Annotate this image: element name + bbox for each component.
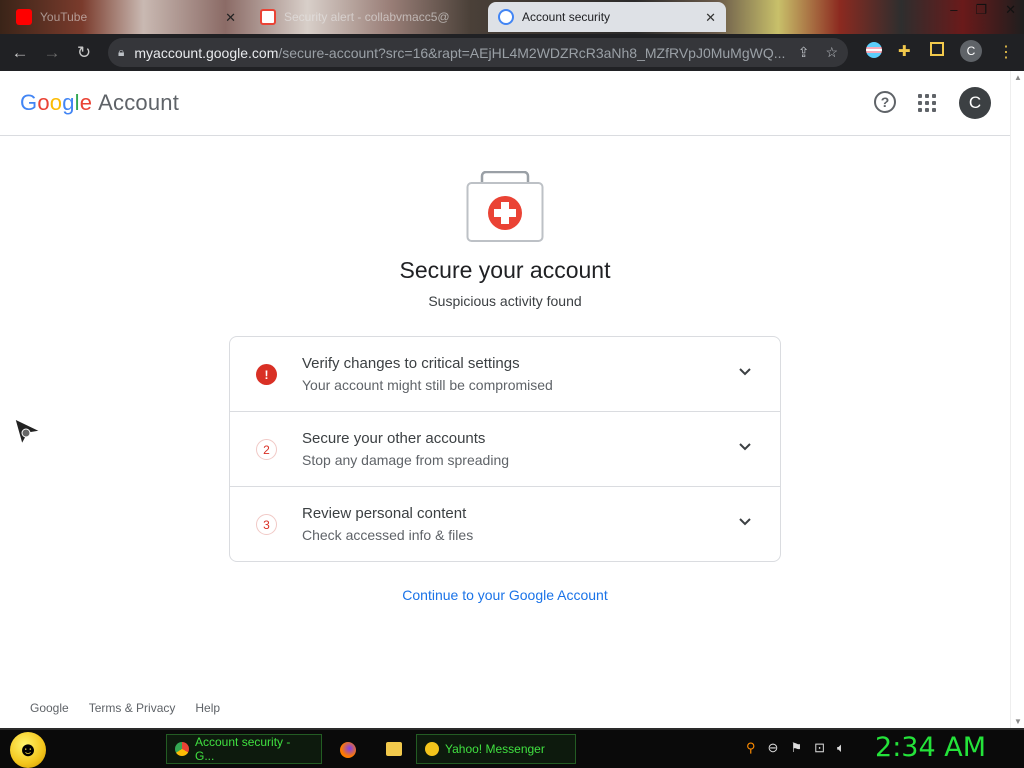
share-icon[interactable]: ⇪ bbox=[798, 44, 810, 61]
footer-link-google[interactable]: Google bbox=[30, 701, 69, 715]
step-review-personal-content[interactable]: 3 Review personal content Check accessed… bbox=[230, 487, 780, 562]
tab-security-alert[interactable]: Security alert - collabvmacc5@ bbox=[250, 2, 482, 32]
taskbar: ☻ Account security - G... Yahoo! Messeng… bbox=[0, 728, 1024, 768]
back-icon[interactable]: ← bbox=[8, 41, 32, 65]
system-tray: ⚲ ⊖ ⚑ ⊡ 🔈︎ bbox=[746, 740, 845, 756]
url-text: myaccount.google.com/secure-account?src=… bbox=[134, 45, 794, 61]
page-subtitle: Suspicious activity found bbox=[428, 293, 582, 309]
google-apps-icon[interactable] bbox=[918, 94, 936, 112]
start-smiley-icon[interactable]: ☻ bbox=[10, 732, 46, 768]
chevron-down-icon[interactable] bbox=[738, 440, 752, 454]
menu-kebab-icon[interactable]: ⋮ bbox=[998, 42, 1014, 62]
maximize-icon[interactable]: ❐ bbox=[975, 2, 987, 18]
reload-icon[interactable]: ↻ bbox=[72, 41, 96, 65]
account-avatar[interactable]: C bbox=[959, 87, 991, 119]
chevron-down-icon[interactable] bbox=[738, 515, 752, 529]
profile-avatar[interactable]: C bbox=[960, 40, 982, 62]
tab-account-security[interactable]: Account security ✕ bbox=[488, 2, 726, 32]
mouse-cursor-icon bbox=[14, 418, 42, 446]
footer: Google Terms & Privacy Help bbox=[30, 701, 220, 715]
close-icon[interactable]: ✕ bbox=[225, 10, 236, 26]
taskbar-clock: 2:34 AM bbox=[875, 732, 986, 763]
firefox-icon[interactable] bbox=[340, 742, 356, 758]
chevron-down-icon[interactable] bbox=[738, 365, 752, 379]
status-icon[interactable]: ⊖ bbox=[768, 740, 779, 756]
flag-icon[interactable]: ⚑ bbox=[790, 740, 802, 756]
task-label: Yahoo! Messenger bbox=[445, 742, 545, 756]
folder-icon[interactable] bbox=[386, 742, 402, 756]
step-secure-other-accounts[interactable]: 2 Secure your other accounts Stop any da… bbox=[230, 412, 780, 487]
step-number: 2 bbox=[256, 439, 277, 460]
browser-toolbar: ← → ↻ 🔒︎ myaccount.google.com/secure-acc… bbox=[0, 34, 1024, 71]
task-yahoo-messenger[interactable]: Yahoo! Messenger bbox=[416, 734, 576, 764]
close-window-icon[interactable]: ✕ bbox=[1005, 2, 1016, 18]
logo-letter: e bbox=[79, 90, 93, 115]
security-steps-card: ! Verify changes to critical settings Yo… bbox=[229, 336, 781, 562]
first-aid-kit-icon bbox=[466, 171, 544, 242]
extensions-puzzle-icon[interactable]: ✚ bbox=[898, 42, 911, 60]
logo-letter: o bbox=[49, 90, 63, 115]
logo-letter: g bbox=[62, 90, 75, 115]
logo-letter: o bbox=[37, 90, 50, 115]
task-label: Account security - G... bbox=[195, 735, 291, 763]
chrome-icon bbox=[175, 742, 189, 756]
extension-flag-icon[interactable] bbox=[866, 42, 882, 58]
tab-label: Security alert - collabvmacc5@ bbox=[284, 10, 450, 24]
address-bar[interactable]: 🔒︎ myaccount.google.com/secure-account?s… bbox=[108, 38, 848, 67]
lock-icon: 🔒︎ bbox=[118, 45, 125, 59]
page-title: Secure your account bbox=[399, 257, 611, 283]
volume-icon[interactable]: 🔈︎ bbox=[837, 740, 845, 756]
step-title: Review personal content bbox=[302, 505, 467, 522]
minimize-icon[interactable]: – bbox=[950, 2, 957, 18]
google-account-logo[interactable]: Google Account bbox=[20, 90, 179, 116]
tab-youtube[interactable]: YouTube ✕ bbox=[6, 2, 246, 32]
step-subtitle: Stop any damage from spreading bbox=[302, 452, 510, 468]
page-content: Google Account ? C Secure your account Su… bbox=[0, 71, 1010, 728]
search-icon[interactable]: ⚲ bbox=[746, 740, 756, 756]
logo-account-text: Account bbox=[98, 90, 180, 115]
logo-letter: G bbox=[20, 90, 38, 115]
task-chrome[interactable]: Account security - G... bbox=[166, 734, 322, 764]
network-icon[interactable]: ⊡ bbox=[814, 740, 825, 756]
yahoo-messenger-icon bbox=[425, 742, 439, 756]
page-scrollbar[interactable]: ▲ ▼ bbox=[1010, 71, 1024, 728]
side-panel-icon[interactable] bbox=[930, 42, 944, 56]
alert-icon: ! bbox=[256, 364, 277, 385]
tab-label: YouTube bbox=[40, 10, 88, 24]
scroll-up-icon[interactable]: ▲ bbox=[1014, 73, 1022, 82]
tab-label: Account security bbox=[522, 10, 611, 24]
footer-link-terms[interactable]: Terms & Privacy bbox=[89, 701, 176, 715]
step-number: 3 bbox=[256, 514, 277, 535]
close-icon[interactable]: ✕ bbox=[705, 10, 716, 26]
step-subtitle: Your account might still be compromised bbox=[302, 377, 553, 393]
account-header: Google Account ? C bbox=[0, 71, 1010, 136]
scroll-down-icon[interactable]: ▼ bbox=[1014, 717, 1022, 726]
step-subtitle: Check accessed info & files bbox=[302, 527, 474, 543]
google-icon bbox=[498, 9, 514, 25]
url-host: myaccount.google.com bbox=[134, 44, 279, 61]
help-icon[interactable]: ? bbox=[874, 91, 896, 113]
continue-to-account-link[interactable]: Continue to your Google Account bbox=[0, 587, 1010, 603]
url-path: /secure-account?src=16&rapt=AEjHL4M2WDZR… bbox=[278, 44, 786, 61]
bookmark-star-icon[interactable]: ☆ bbox=[825, 44, 838, 61]
gmail-icon bbox=[260, 9, 276, 25]
footer-link-help[interactable]: Help bbox=[195, 701, 220, 715]
window-controls: – ❐ ✕ bbox=[950, 2, 1016, 18]
step-verify-critical-settings[interactable]: ! Verify changes to critical settings Yo… bbox=[230, 337, 780, 412]
youtube-icon bbox=[16, 9, 32, 25]
tab-strip: YouTube ✕ Security alert - collabvmacc5@… bbox=[0, 0, 1024, 34]
step-title: Secure your other accounts bbox=[302, 430, 486, 447]
forward-icon[interactable]: → bbox=[40, 41, 64, 65]
step-title: Verify changes to critical settings bbox=[302, 355, 520, 372]
